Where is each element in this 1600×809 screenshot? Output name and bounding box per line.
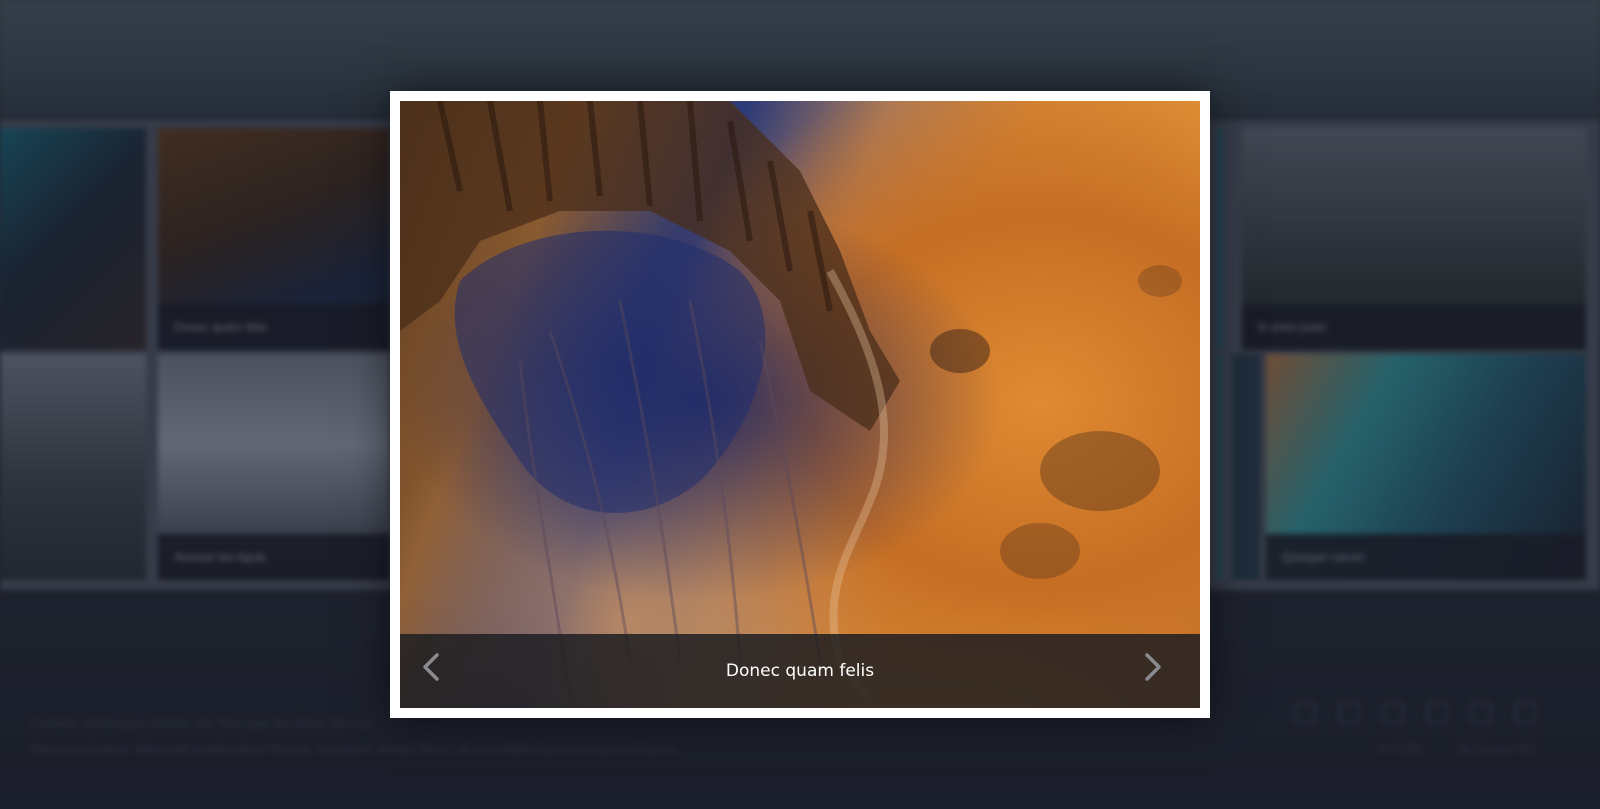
lightbox-caption-bar: Donec quam felis [400,634,1200,708]
previous-button[interactable] [420,652,458,690]
next-button[interactable] [1142,652,1180,690]
chevron-left-icon [423,653,439,681]
lightbox-caption: Donec quam felis [725,661,875,681]
crater-image [400,101,1182,704]
lightbox-image: Donec quam felis [400,101,1200,708]
lightbox: Donec quam felis [390,91,1210,718]
chevron-right-icon [1145,653,1161,681]
